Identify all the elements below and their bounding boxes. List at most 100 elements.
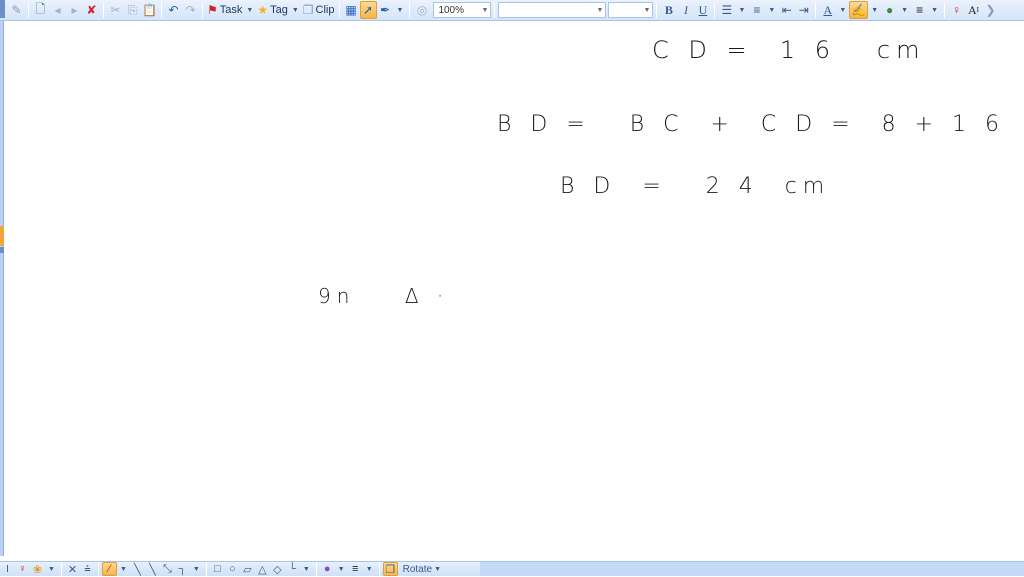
font-color-button[interactable]: A xyxy=(819,1,836,19)
increase-indent-icon[interactable]: ⇥ xyxy=(795,1,812,19)
axis-icon[interactable]: ┐ xyxy=(175,562,190,576)
copy-icon[interactable]: ⎘ xyxy=(124,1,141,19)
double-arrow-icon[interactable]: ⤡ xyxy=(160,562,175,576)
clip-button[interactable]: ❐ Clip xyxy=(302,1,336,19)
highlighter-dropdown-icon[interactable]: ▼ xyxy=(871,7,878,14)
chevron-down-icon: ▼ xyxy=(434,565,442,573)
separator xyxy=(103,2,104,18)
text-cursor-icon[interactable]: I xyxy=(0,562,15,576)
select-tool-icon[interactable]: ➚ xyxy=(359,1,377,19)
ink-line-bd-result: B D = 2 4 cm xyxy=(560,174,831,199)
flag-icon: ⚑ xyxy=(207,3,218,17)
triangle-icon[interactable]: △ xyxy=(255,562,270,576)
page-sidebar-edge[interactable] xyxy=(0,21,4,556)
paste-icon[interactable]: 📋 xyxy=(141,1,158,19)
font-name-select[interactable]: ▼ xyxy=(498,2,607,18)
arrange-icon[interactable]: ❐ xyxy=(382,562,398,576)
bold-button[interactable]: B xyxy=(660,1,677,19)
separator xyxy=(656,2,658,18)
separator xyxy=(205,561,207,577)
bullet-dropdown-icon[interactable]: ▼ xyxy=(738,7,745,14)
lasso-select-icon[interactable]: ♀ xyxy=(15,562,30,576)
note-canvas[interactable]: C D = 1 6 cm B D = B C + C D = 8 + 1 6 =… xyxy=(5,22,1024,556)
more-icon[interactable]: ❯ xyxy=(982,1,999,19)
separator xyxy=(97,561,99,577)
task-dropdown-icon[interactable]: ▼ xyxy=(246,7,253,14)
axis-dropdown-icon[interactable]: ▼ xyxy=(193,566,200,573)
separator xyxy=(161,2,162,18)
chevron-down-icon: ▼ xyxy=(481,6,489,14)
lasso-icon[interactable]: ♀ xyxy=(948,1,965,19)
highlighter-icon[interactable]: ✍ xyxy=(849,1,869,19)
undo-icon[interactable]: ↶ xyxy=(165,1,182,19)
thickness-icon[interactable]: ≡ xyxy=(348,562,363,576)
pen-mode-icon[interactable]: ✎ xyxy=(8,1,25,19)
delete-icon[interactable]: ✕ xyxy=(65,562,80,576)
numbered-dropdown-icon[interactable]: ▼ xyxy=(768,7,775,14)
pen-dropdown-icon[interactable]: ▼ xyxy=(397,7,404,14)
eraser-dropdown-icon[interactable]: ▼ xyxy=(48,566,55,573)
task-button[interactable]: ⚑ Task xyxy=(206,1,243,19)
ink-line-bd-sum: B D = B C + C D = 8 + 1 6 = 2 4 cm xyxy=(497,112,1006,137)
decrease-indent-icon[interactable]: ⇤ xyxy=(778,1,795,19)
tag-button[interactable]: ★ Tag xyxy=(256,1,289,19)
separator xyxy=(714,2,716,18)
diamond-icon[interactable]: ◇ xyxy=(270,562,285,576)
italic-button[interactable]: I xyxy=(677,1,694,19)
delete-page-icon[interactable]: ✘ xyxy=(83,1,100,19)
zoom-select[interactable]: 100% ▼ xyxy=(433,2,492,18)
text-size-button[interactable]: AI xyxy=(965,1,982,19)
separator xyxy=(409,2,411,18)
record-icon[interactable]: ◎ xyxy=(413,1,430,19)
clip-label: Clip xyxy=(315,4,335,16)
shape-dropdown-icon[interactable]: ▼ xyxy=(303,566,310,573)
page-marker xyxy=(0,247,4,253)
text-size-label: A xyxy=(968,2,977,17)
top-toolbar: ✎ 🗋 ◂ ▸ ✘ ✂ ⎘ 📋 ↶ ↷ ⚑ Task ▼ ★ Tag ▼ ❐ C… xyxy=(0,0,1024,21)
separator xyxy=(315,561,317,577)
insert-space-icon[interactable]: ⩮ xyxy=(80,562,95,576)
status-bar-fill xyxy=(480,562,1024,576)
clip-icon: ❐ xyxy=(302,3,314,17)
numbered-list-icon[interactable]: ≡ xyxy=(748,1,765,19)
pen-icon[interactable]: ∕ xyxy=(101,562,117,576)
color-wheel-icon[interactable]: ● xyxy=(320,562,335,576)
font-color-dropdown-icon[interactable]: ▼ xyxy=(839,7,846,14)
bullet-list-icon[interactable]: ☰ xyxy=(718,1,735,19)
arrow-line-icon[interactable]: ╲ xyxy=(145,562,160,576)
pen-dropdown-icon[interactable]: ▼ xyxy=(120,566,127,573)
color-picker-icon[interactable]: ● xyxy=(881,1,898,19)
line-weight-dropdown-icon[interactable]: ▼ xyxy=(931,7,938,14)
redo-icon[interactable]: ↷ xyxy=(182,1,199,19)
star-icon: ★ xyxy=(257,3,269,17)
separator xyxy=(815,2,817,18)
chevron-down-icon: ▼ xyxy=(596,6,604,14)
table-icon[interactable]: ▦ xyxy=(343,1,360,19)
line-tool-icon[interactable]: ╲ xyxy=(130,562,145,576)
line-weight-icon[interactable]: ≡ xyxy=(911,1,928,19)
sidebar-toggle[interactable] xyxy=(0,0,5,18)
new-page-icon[interactable]: 🗋 xyxy=(32,1,49,19)
tag-dropdown-icon[interactable]: ▼ xyxy=(292,7,299,14)
rectangle-icon[interactable]: □ xyxy=(210,562,225,576)
graph-axis-icon[interactable]: └ xyxy=(285,562,300,576)
parallelogram-icon[interactable]: ▱ xyxy=(240,562,255,576)
current-page-marker xyxy=(0,226,4,246)
pen-tool-icon[interactable]: ✒ xyxy=(377,1,394,19)
cut-icon[interactable]: ✂ xyxy=(107,1,124,19)
color-dropdown-icon[interactable]: ▼ xyxy=(901,7,908,14)
circle-icon[interactable]: ○ xyxy=(225,562,240,576)
chevron-down-icon: ▼ xyxy=(643,6,651,14)
ink-line-cd: C D = 1 6 cm xyxy=(652,36,926,64)
separator xyxy=(202,2,203,18)
forward-icon[interactable]: ▸ xyxy=(66,1,83,19)
color-dropdown-icon[interactable]: ▼ xyxy=(338,566,345,573)
underline-button[interactable]: U xyxy=(694,1,711,19)
separator xyxy=(60,561,62,577)
rotate-button[interactable]: Rotate ▼ xyxy=(402,562,442,576)
thickness-dropdown-icon[interactable]: ▼ xyxy=(366,566,373,573)
back-icon[interactable]: ◂ xyxy=(49,1,66,19)
font-size-select[interactable]: ▼ xyxy=(608,2,654,18)
separator xyxy=(494,2,496,18)
eraser-icon[interactable]: ❀ xyxy=(30,562,45,576)
